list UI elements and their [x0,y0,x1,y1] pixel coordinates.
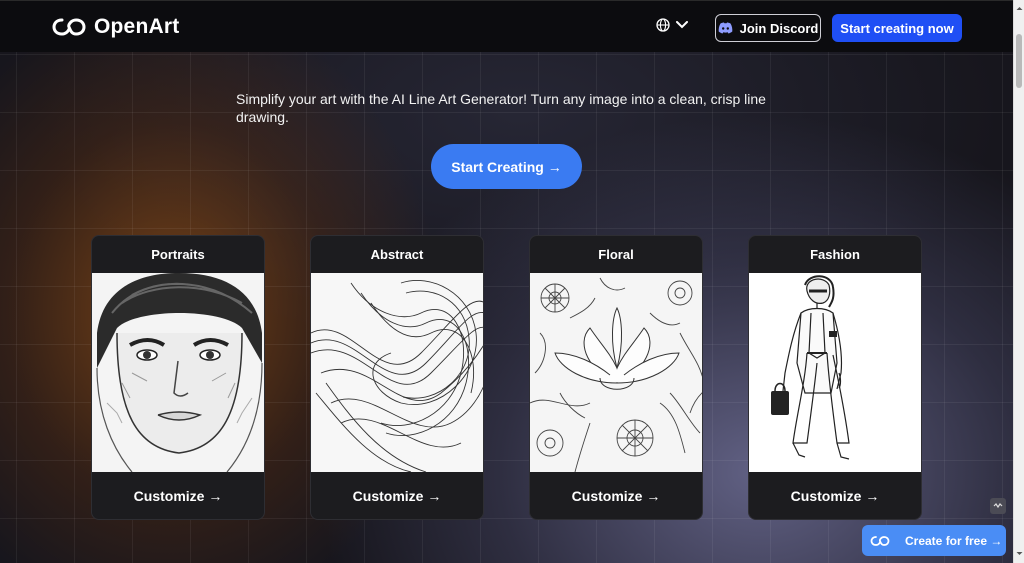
portrait-line-art-image [92,273,264,472]
card-title: Floral [598,247,634,262]
chevron-down-icon [676,21,688,29]
join-discord-button[interactable]: Join Discord [715,14,821,42]
fashion-line-art-image [749,273,921,472]
style-card-fashion[interactable]: Fashion Customize → [748,235,922,520]
discord-icon [718,22,732,34]
join-discord-label: Join Discord [739,20,819,36]
create-for-free-label: Create for free → [905,533,1003,548]
customize-button-fashion[interactable]: Customize → [749,472,921,519]
create-for-free-button[interactable]: Create for free → [862,525,1006,556]
scroll-down-arrow-icon[interactable] [1015,549,1024,558]
top-navigation-bar: OpenArt Join Discord Start creating now [0,0,1013,52]
language-selector[interactable] [656,18,688,32]
feedback-widget-icon[interactable] [990,498,1006,514]
start-creating-button[interactable]: Start Creating → [431,144,582,189]
infinity-logo-icon [52,18,86,36]
style-card-floral[interactable]: Floral Customize → [529,235,703,520]
card-title: Fashion [810,247,860,262]
globe-icon [656,18,670,32]
floral-line-art-image [530,273,702,472]
openart-logo[interactable]: OpenArt [52,15,179,39]
abstract-line-art-image [311,273,483,472]
customize-button-abstract[interactable]: Customize → [311,472,483,519]
scroll-up-arrow-icon[interactable] [1015,4,1024,13]
customize-button-portraits[interactable]: Customize → [92,472,264,519]
customize-button-floral[interactable]: Customize → [530,472,702,519]
style-card-abstract[interactable]: Abstract Customize → [310,235,484,520]
scrollbar-thumb[interactable] [1016,34,1022,88]
wave-icon [993,503,1003,509]
hero-section: Simplify your art with the AI Line Art G… [0,52,1013,563]
brand-name: OpenArt [94,15,180,38]
start-creating-now-button[interactable]: Start creating now [832,14,962,42]
infinity-logo-icon [870,535,890,546]
page-scrollbar[interactable] [1013,0,1024,563]
hero-tagline: Simplify your art with the AI Line Art G… [236,91,766,125]
style-card-portraits[interactable]: Portraits Customize → [91,235,265,520]
card-title: Portraits [151,247,205,262]
card-title: Abstract [370,247,424,262]
